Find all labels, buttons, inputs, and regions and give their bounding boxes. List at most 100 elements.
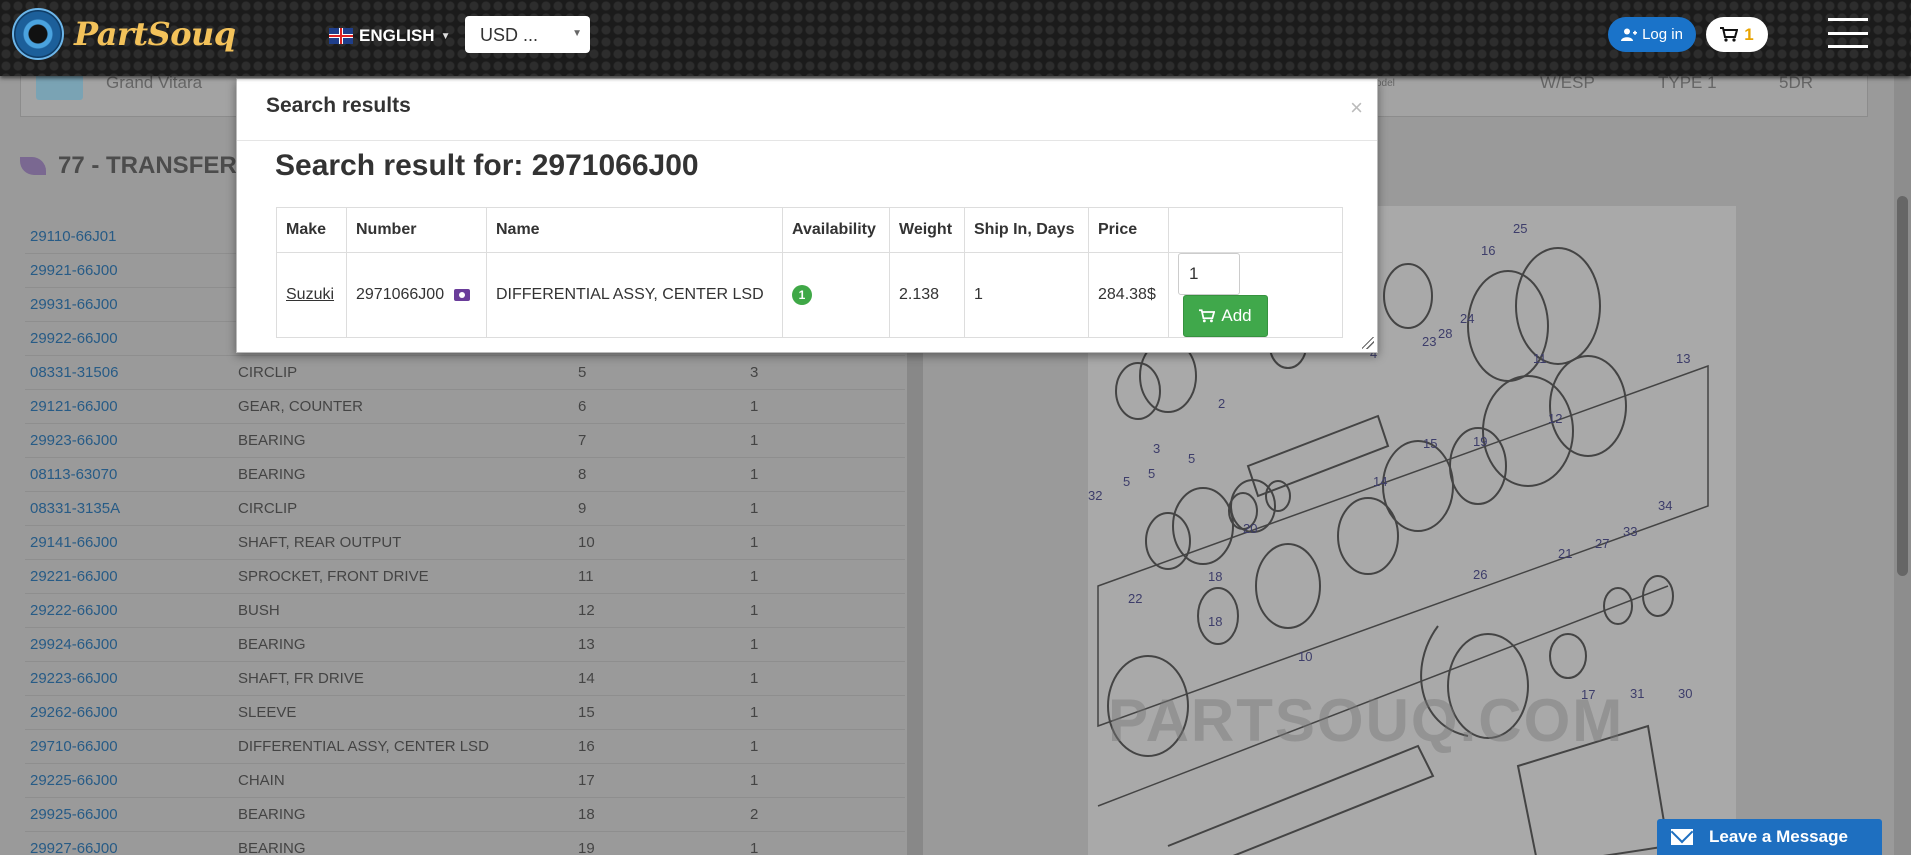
part-qty: 1: [750, 670, 759, 687]
callout-number[interactable]: 30: [1678, 686, 1692, 701]
part-number-link[interactable]: 29222-66J00: [30, 602, 118, 619]
resize-handle-icon[interactable]: [1362, 337, 1374, 349]
table-row[interactable]: 29924-66J00 BEARING 13 1: [25, 628, 905, 662]
part-ref: 6: [578, 398, 587, 415]
part-number-link[interactable]: 29923-66J00: [30, 432, 118, 449]
table-row[interactable]: 08331-3135A CIRCLIP 9 1: [25, 492, 905, 526]
part-ref: 16: [578, 738, 595, 755]
part-number-link[interactable]: 29225-66J00: [30, 772, 118, 789]
table-row[interactable]: 29923-66J00 BEARING 7 1: [25, 424, 905, 458]
callout-number[interactable]: 26: [1473, 567, 1487, 582]
part-name: GEAR, COUNTER: [238, 398, 364, 415]
part-ref: 11: [578, 568, 594, 585]
part-ref: 15: [578, 704, 595, 721]
add-to-cart-button[interactable]: Add: [1183, 295, 1268, 337]
callout-number[interactable]: 23: [1422, 334, 1436, 349]
part-ref: 10: [578, 534, 595, 551]
callout-number[interactable]: 5: [1123, 474, 1130, 489]
callout-number[interactable]: 3: [1153, 441, 1160, 456]
language-selector[interactable]: ENGLISH ▼: [329, 26, 450, 46]
part-qty: 1: [750, 534, 759, 551]
menu-hamburger-icon[interactable]: [1828, 18, 1868, 48]
col-availability: Availability: [782, 207, 890, 253]
quantity-input[interactable]: [1178, 253, 1240, 295]
callout-number[interactable]: 31: [1630, 686, 1644, 701]
callout-number[interactable]: 25: [1513, 221, 1527, 236]
table-row[interactable]: 29262-66J00 SLEEVE 15 1: [25, 696, 905, 730]
table-row[interactable]: 08113-63070 BEARING 8 1: [25, 458, 905, 492]
table-row[interactable]: 29925-66J00 BEARING 18 2: [25, 798, 905, 832]
chevron-down-icon: ▼: [440, 30, 451, 42]
callout-number[interactable]: 2: [1218, 396, 1225, 411]
table-row[interactable]: 29223-66J00 SHAFT, FR DRIVE 14 1: [25, 662, 905, 696]
part-number-link[interactable]: 08331-3135A: [30, 500, 120, 517]
currency-value: USD ...: [480, 25, 539, 45]
callout-number[interactable]: 15: [1423, 436, 1437, 451]
close-icon[interactable]: ×: [1350, 95, 1363, 121]
part-number-link[interactable]: 29262-66J00: [30, 704, 118, 721]
part-number-link[interactable]: 29110-66J01: [30, 228, 116, 245]
callout-number[interactable]: 22: [1128, 591, 1142, 606]
table-row[interactable]: 29927-66J00 BEARING 19 1: [25, 832, 905, 855]
camera-icon[interactable]: [454, 288, 471, 301]
scrollbar-thumb[interactable]: [1897, 196, 1908, 576]
leave-message-button[interactable]: Leave a Message: [1657, 819, 1882, 855]
shopping-cart-icon: [1720, 27, 1739, 42]
site-logo[interactable]: PartSouq: [12, 8, 236, 60]
callout-number[interactable]: 34: [1658, 498, 1672, 513]
make-link[interactable]: Suzuki: [286, 286, 334, 303]
table-row[interactable]: 29141-66J00 SHAFT, REAR OUTPUT 10 1: [25, 526, 905, 560]
callout-number[interactable]: 11: [1533, 351, 1547, 366]
callout-number[interactable]: 5: [1148, 466, 1155, 481]
callout-number[interactable]: 14: [1373, 474, 1387, 489]
callout-number[interactable]: 21: [1558, 546, 1572, 561]
callout-number[interactable]: 10: [1298, 649, 1312, 664]
callout-number[interactable]: 24: [1460, 311, 1474, 326]
part-number-link[interactable]: 08113-63070: [30, 466, 117, 483]
part-number-link[interactable]: 29121-66J00: [30, 398, 118, 415]
part-number-link[interactable]: 29921-66J00: [30, 262, 118, 279]
part-number-link[interactable]: 29927-66J00: [30, 840, 118, 855]
part-number-link[interactable]: 29924-66J00: [30, 636, 118, 653]
login-button[interactable]: Log in: [1608, 17, 1696, 52]
page-scrollbar[interactable]: [1894, 76, 1911, 855]
table-row[interactable]: 29222-66J00 BUSH 12 1: [25, 594, 905, 628]
callout-number[interactable]: 12: [1548, 411, 1562, 426]
part-ref: 9: [578, 500, 587, 517]
part-number-link[interactable]: 08331-31506: [30, 364, 118, 381]
table-row[interactable]: 29225-66J00 CHAIN 17 1: [25, 764, 905, 798]
part-number-link[interactable]: 29223-66J00: [30, 670, 118, 687]
cell-ship-days: 1: [964, 252, 1089, 338]
cart-count: 1: [1744, 24, 1754, 44]
table-row[interactable]: 29710-66J00 DIFFERENTIAL ASSY, CENTER LSD…: [25, 730, 905, 764]
table-row[interactable]: 29121-66J00 GEAR, COUNTER 6 1: [25, 390, 905, 424]
table-row[interactable]: 29221-66J00 SPROCKET, FRONT DRIVE 11 1: [25, 560, 905, 594]
part-number-link[interactable]: 29710-66J00: [30, 738, 118, 755]
part-name: SPROCKET, FRONT DRIVE: [238, 568, 429, 585]
callout-number[interactable]: 13: [1676, 351, 1690, 366]
callout-number[interactable]: 20: [1243, 521, 1257, 536]
callout-number[interactable]: 16: [1481, 243, 1495, 258]
callout-number[interactable]: 18: [1208, 614, 1222, 629]
cart-button[interactable]: 1: [1706, 17, 1768, 52]
callout-number[interactable]: 18: [1208, 569, 1222, 584]
table-row[interactable]: 08331-31506 CIRCLIP 5 3: [25, 356, 905, 390]
language-label: ENGLISH: [359, 26, 435, 45]
callout-number[interactable]: 5: [1188, 451, 1195, 466]
callout-number[interactable]: 33: [1623, 524, 1637, 539]
cell-actions: Add: [1168, 252, 1343, 338]
part-number-link[interactable]: 29221-66J00: [30, 568, 118, 585]
select-arrow-icon: ▼: [572, 28, 582, 39]
part-name: BEARING: [238, 466, 306, 483]
callout-number[interactable]: 32: [1088, 488, 1102, 503]
cell-name: DIFFERENTIAL ASSY, CENTER LSD: [486, 252, 783, 338]
callout-number[interactable]: 19: [1473, 434, 1487, 449]
part-number-link[interactable]: 29922-66J00: [30, 330, 118, 347]
table-row: Suzuki 2971066J00 DIFFERENTIAL ASSY, CEN…: [276, 252, 1343, 338]
callout-number[interactable]: 28: [1438, 326, 1452, 341]
part-number-link[interactable]: 29931-66J00: [30, 296, 118, 313]
part-number-link[interactable]: 29141-66J00: [30, 534, 118, 551]
part-number-link[interactable]: 29925-66J00: [30, 806, 118, 823]
callout-number[interactable]: 27: [1595, 536, 1609, 551]
currency-select[interactable]: USD ... ▼: [465, 16, 590, 53]
